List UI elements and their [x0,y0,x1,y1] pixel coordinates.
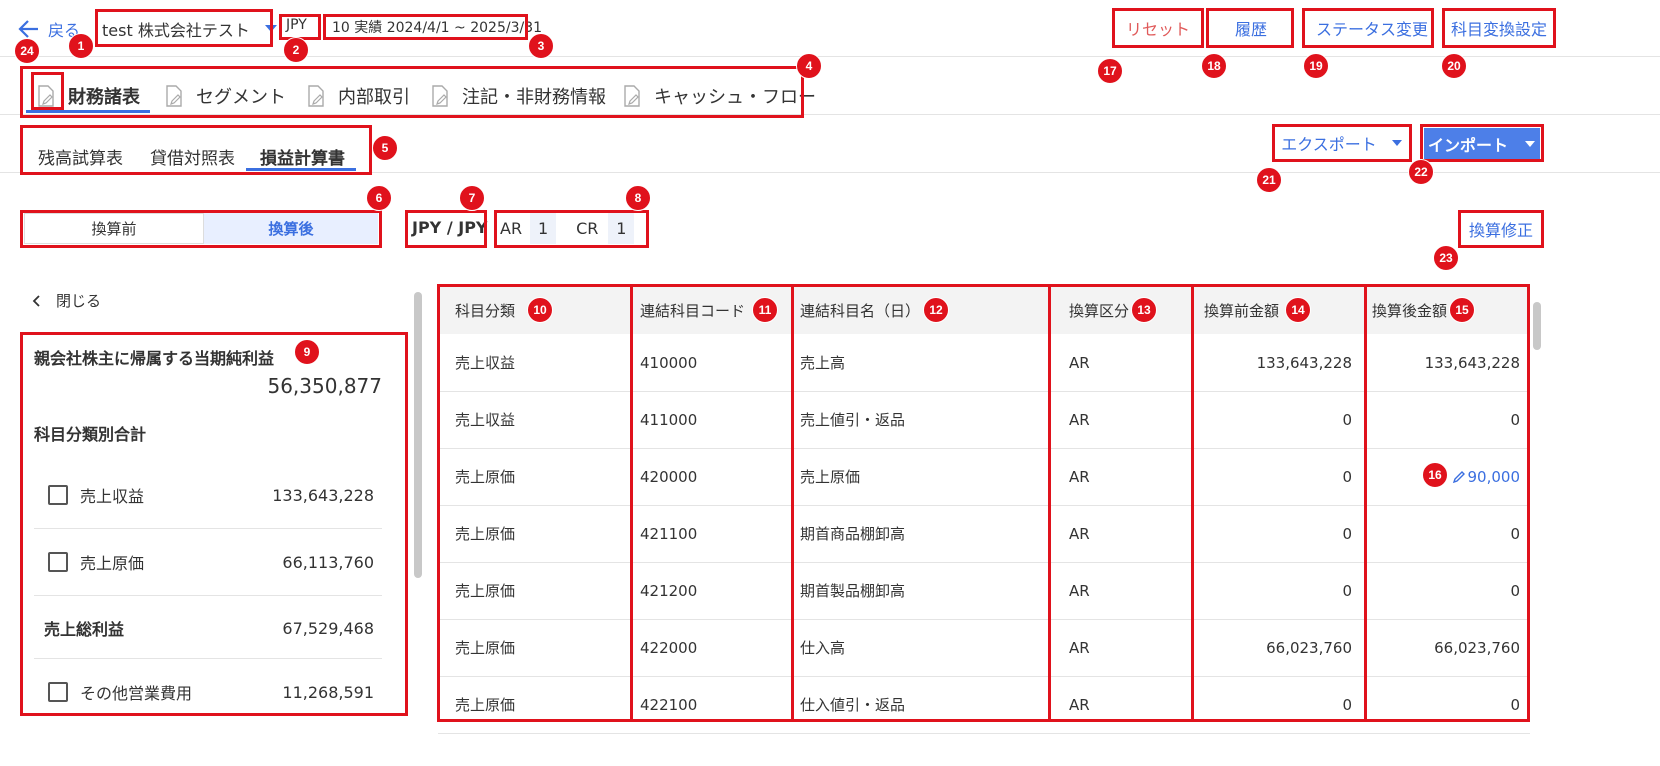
annotation-badge: 18 [1201,53,1227,79]
annotation-badge: 7 [459,185,485,211]
annotation-box [494,210,649,248]
annotation-box [279,14,321,40]
annotation-badge: 21 [1256,167,1282,193]
annotation-badge: 23 [1433,245,1459,271]
annotation-box [1206,8,1294,48]
sidebar-scrollbar[interactable] [414,292,422,578]
annotation-box [1302,8,1434,48]
annotation-box [1112,8,1204,48]
table-scrollbar[interactable] [1533,302,1541,350]
annotation-badge: 1 [68,33,94,59]
chevron-left-icon [32,294,40,307]
annotation-box [791,284,1051,722]
annotation-box [95,9,273,47]
annotation-box [31,72,64,110]
annotation-box [1364,284,1530,722]
annotation-badge: 20 [1441,53,1467,79]
annotation-box [20,125,372,175]
annotation-box [1458,210,1544,248]
annotation-badge: 15 [1449,297,1475,323]
annotation-box [1420,124,1544,162]
annotation-badge: 6 [366,185,392,211]
annotation-badge: 22 [1408,159,1434,185]
annotation-badge: 13 [1131,297,1157,323]
annotation-box [1442,8,1556,48]
annotation-box [1191,284,1367,722]
annotation-badge: 17 [1097,58,1123,84]
annotation-box [20,332,408,716]
row-divider [438,733,1530,734]
annotation-badge: 10 [527,297,553,323]
annotation-badge: 5 [372,135,398,161]
annotation-box [405,210,487,248]
annotation-box [20,66,804,118]
annotation-badge: 3 [528,33,554,59]
annotation-badge: 4 [796,53,822,79]
annotation-badge: 8 [625,185,651,211]
annotation-badge: 9 [294,339,320,365]
annotation-box [20,210,382,248]
annotation-badge: 2 [283,37,309,63]
annotation-box [437,284,633,722]
annotation-box [1048,284,1194,722]
annotation-badge: 11 [752,297,778,323]
arrow-left-icon [18,20,38,38]
annotation-box [630,284,794,722]
annotation-badge: 24 [14,38,40,64]
annotation-box [1272,124,1412,162]
sidebar-close[interactable]: 閉じる [32,290,101,311]
close-label: 閉じる [56,292,102,310]
annotation-badge: 14 [1285,297,1311,323]
annotation-badge: 16 [1422,462,1448,488]
annotation-badge: 12 [923,297,949,323]
annotation-badge: 19 [1303,53,1329,79]
annotation-box [323,14,528,40]
